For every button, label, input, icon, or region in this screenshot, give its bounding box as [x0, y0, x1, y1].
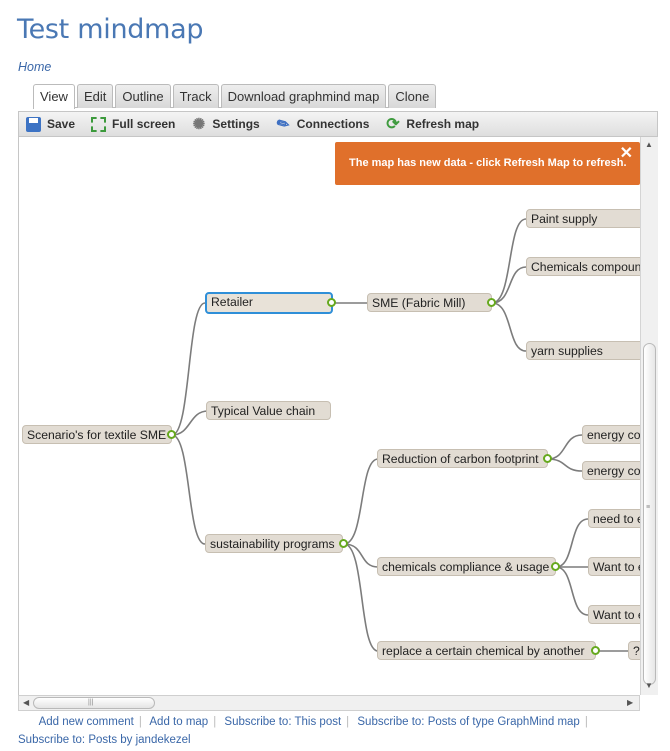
- connections-label: Connections: [296, 117, 370, 131]
- add-to-map-link[interactable]: Add to map: [149, 716, 208, 728]
- mindmap-node-chemicals-compliance[interactable]: chemicals compliance & usage: [377, 557, 556, 576]
- gear-icon: ✺: [192, 115, 206, 133]
- mindmap-node-typical-value-chain[interactable]: Typical Value chain: [206, 401, 331, 420]
- node-toggle-knob[interactable]: [551, 562, 560, 571]
- refresh-icon: ⟳: [386, 115, 400, 133]
- mindmap-node-chemicals-compound[interactable]: Chemicals compound: [526, 257, 657, 276]
- edge-sust-reduction: [343, 458, 379, 545]
- save-button[interactable]: Save: [26, 116, 76, 132]
- fullscreen-button[interactable]: Full screen: [91, 116, 176, 132]
- tab-clone[interactable]: Clone: [388, 84, 437, 108]
- subscribe-type-link[interactable]: Subscribe to: Posts of type GraphMind ma…: [357, 716, 579, 728]
- edge-sme-chemicals: [491, 266, 527, 304]
- close-icon[interactable]: ✕: [620, 143, 633, 163]
- edge-root-retailer: [171, 302, 206, 436]
- add-comment-link[interactable]: Add new comment: [39, 716, 134, 728]
- edge-compliance-want2: [555, 566, 589, 616]
- edge-reduction-energy2: [547, 458, 583, 472]
- settings-button[interactable]: ✺ Settings: [191, 115, 260, 133]
- mindmap-node-reduction-carbon[interactable]: Reduction of carbon footprint: [377, 449, 548, 468]
- mindmap-node-yarn-supplies[interactable]: yarn supplies: [526, 341, 657, 360]
- notice-text: The map has new data - click Refresh Map…: [349, 157, 627, 169]
- edge-sme-paint: [491, 218, 527, 304]
- mindmap-node-sustainability-programs[interactable]: sustainability programs: [205, 534, 343, 553]
- subscribe-author-link[interactable]: Subscribe to: Posts by jandekezel: [18, 734, 191, 746]
- page-title: Test mindmap: [17, 14, 204, 45]
- edge-sme-yarn: [491, 302, 527, 352]
- fullscreen-icon: [91, 116, 107, 132]
- edge-compliance-need: [555, 518, 589, 568]
- tab-view[interactable]: View: [33, 84, 75, 109]
- vertical-scroll-thumb[interactable]: ≡: [643, 343, 656, 685]
- node-toggle-knob[interactable]: [327, 298, 336, 307]
- footer-links: Add new comment | Add to map | Subscribe t…: [18, 716, 588, 746]
- edge-sust-replace: [343, 543, 379, 652]
- scroll-down-arrow-icon[interactable]: ▼: [645, 681, 653, 690]
- node-toggle-knob[interactable]: [339, 539, 348, 548]
- grip-icon: |||: [88, 699, 94, 706]
- node-toggle-knob[interactable]: [167, 430, 176, 439]
- node-toggle-knob[interactable]: [487, 298, 496, 307]
- node-toggle-knob[interactable]: [543, 454, 552, 463]
- fullscreen-label: Full screen: [112, 117, 176, 131]
- breadcrumb-home[interactable]: Home: [18, 60, 51, 74]
- connections-button[interactable]: ✎ Connections: [273, 113, 370, 135]
- tab-download[interactable]: Download graphmind map: [220, 84, 387, 108]
- connections-icon: ✎: [273, 113, 293, 135]
- settings-label: Settings: [212, 117, 260, 131]
- map-toolbar: Save Full screen ✺ Settings ✎ Connection…: [18, 111, 658, 137]
- tab-outline[interactable]: Outline: [115, 84, 171, 108]
- vertical-scrollbar[interactable]: ▲ ≡ ▼: [640, 137, 658, 695]
- horizontal-scroll-thumb[interactable]: |||: [33, 697, 155, 709]
- subscribe-post-link[interactable]: Subscribe to: This post: [224, 716, 341, 728]
- refresh-label: Refresh map: [406, 117, 480, 131]
- tab-bar: View Edit Outline Track Download graphmi…: [33, 84, 437, 109]
- edge-root-sustainability: [171, 434, 206, 545]
- mindmap-node-paint-supply[interactable]: Paint supply: [526, 209, 657, 228]
- mindmap-canvas[interactable]: Scenario's for textile SME Retailer Typi…: [18, 137, 658, 695]
- mindmap-node-root[interactable]: Scenario's for textile SME: [22, 425, 172, 444]
- mindmap-node-replace-chemical[interactable]: replace a certain chemical by another: [377, 641, 596, 660]
- scroll-right-arrow-icon[interactable]: ▶: [627, 698, 633, 707]
- tab-edit[interactable]: Edit: [76, 84, 114, 108]
- scroll-up-arrow-icon[interactable]: ▲: [645, 140, 653, 149]
- mindmap-node-sme-fabric-mill[interactable]: SME (Fabric Mill): [367, 293, 492, 312]
- refresh-notice: The map has new data - click Refresh Map…: [335, 142, 640, 185]
- horizontal-scrollbar[interactable]: ◀ ||| ▶: [18, 695, 640, 711]
- mindmap-node-retailer[interactable]: Retailer: [205, 292, 333, 314]
- node-toggle-knob[interactable]: [591, 646, 600, 655]
- grip-icon: ≡: [646, 504, 651, 511]
- scroll-left-arrow-icon[interactable]: ◀: [23, 698, 29, 707]
- refresh-map-button[interactable]: ⟳ Refresh map: [385, 115, 480, 133]
- save-icon: [26, 116, 41, 132]
- tab-track[interactable]: Track: [172, 84, 219, 108]
- save-label: Save: [47, 117, 76, 131]
- edge-reduction-energy1: [547, 434, 583, 460]
